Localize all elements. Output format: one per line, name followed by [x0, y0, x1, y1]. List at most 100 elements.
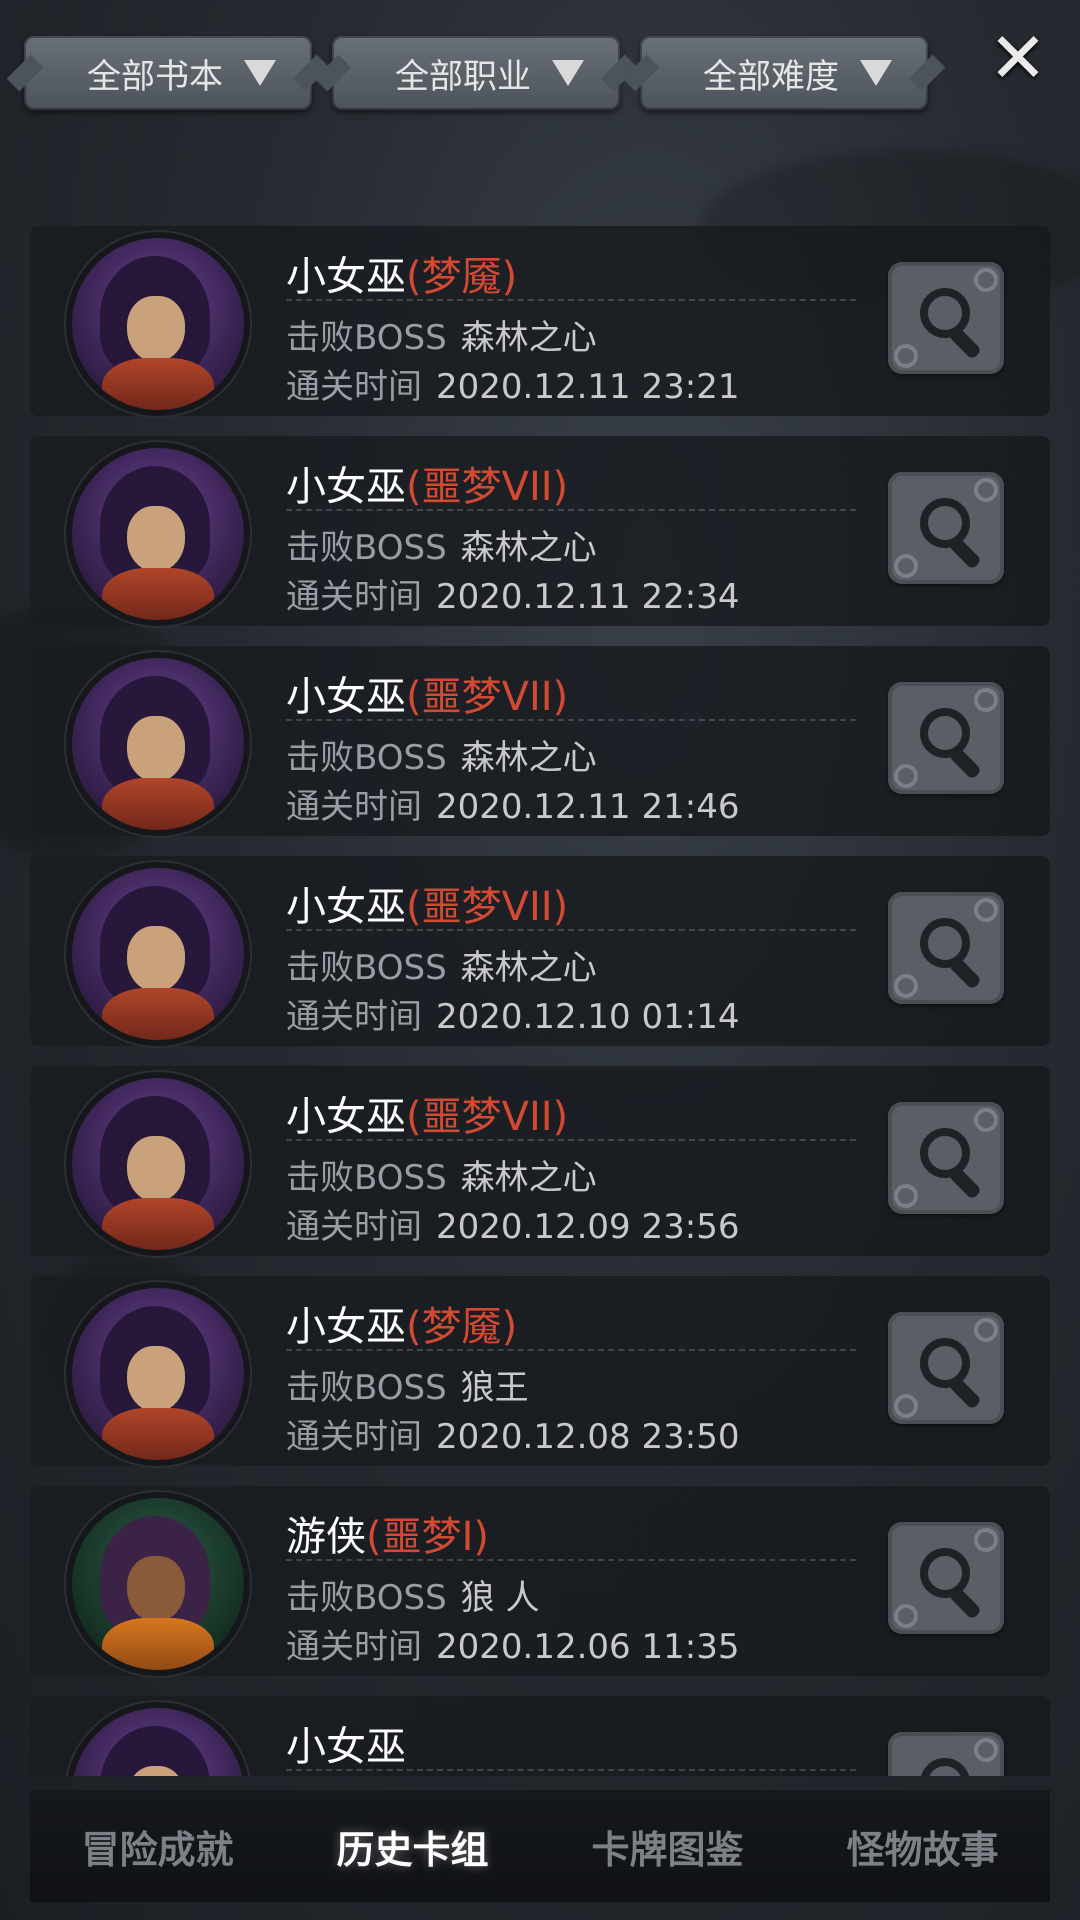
history-list[interactable]: 小女巫(梦魇) 击败BOSS 森林之心 通关时间 2020.12.11 23:21 … — [30, 226, 1050, 1776]
view-deck-button[interactable] — [888, 1102, 1004, 1214]
difficulty-label: (噩梦VII) — [406, 884, 569, 930]
boss-name: 森林之心 — [460, 318, 597, 358]
clear-time-line: 通关时间 2020.12.11 22:34 — [286, 569, 739, 618]
clear-time-label: 通关时间 — [286, 1417, 422, 1457]
boss-line: 击败BOSS 森林之心 — [286, 310, 597, 359]
clear-time-value: 2020.12.11 23:21 — [436, 367, 740, 407]
boss-line: 击败BOSS 狼 人 — [286, 1570, 539, 1619]
filter-difficulty-label: 全部难度 — [703, 56, 839, 97]
filter-book-label: 全部书本 — [87, 56, 223, 97]
filter-bar: 全部书本 全部职业 全部难度 — [24, 36, 1056, 114]
record-row[interactable]: 小女巫 — [30, 1696, 1050, 1776]
character-name: 小女巫 — [286, 884, 406, 930]
boss-line: 击败BOSS 森林之心 — [286, 730, 597, 779]
record-row[interactable]: 小女巫(噩梦VII) 击败BOSS 森林之心 通关时间 2020.12.09 23:… — [30, 1066, 1050, 1256]
magnifier-handle — [948, 1376, 982, 1410]
record-row[interactable]: 小女巫(梦魇) 击败BOSS 森林之心 通关时间 2020.12.11 23:21 — [30, 226, 1050, 416]
clear-time-label: 通关时间 — [286, 1627, 422, 1667]
clear-time-line: 通关时间 2020.12.11 21:46 — [286, 779, 739, 828]
record-row[interactable]: 小女巫(噩梦VII) 击败BOSS 森林之心 通关时间 2020.12.11 22:… — [30, 436, 1050, 626]
record-title: 小女巫(梦魇) — [286, 1294, 517, 1352]
view-deck-button[interactable] — [888, 472, 1004, 584]
clear-time-label: 通关时间 — [286, 1207, 422, 1247]
close-icon: ✕ — [988, 17, 1048, 99]
difficulty-label: (噩梦VII) — [406, 1094, 569, 1140]
difficulty-label: (噩梦I) — [366, 1514, 490, 1560]
record-row[interactable]: 小女巫(梦魇) 击败BOSS 狼王 通关时间 2020.12.08 23:50 — [30, 1276, 1050, 1466]
clear-time-value: 2020.12.08 23:50 — [436, 1417, 740, 1457]
boss-line: 击败BOSS 狼王 — [286, 1360, 529, 1409]
record-title: 小女巫(噩梦VII) — [286, 874, 568, 932]
record-title: 小女巫(噩梦VII) — [286, 454, 568, 512]
divider — [286, 1349, 856, 1351]
dropdown-arrow-icon — [552, 60, 584, 86]
dropdown-arrow-icon — [860, 60, 892, 86]
view-deck-button[interactable] — [888, 892, 1004, 1004]
boss-label: 击败BOSS — [286, 528, 447, 568]
clear-time-value: 2020.12.09 23:56 — [436, 1207, 740, 1247]
boss-label: 击败BOSS — [286, 1578, 447, 1618]
divider — [286, 299, 856, 301]
filter-class-label: 全部职业 — [395, 56, 531, 97]
clear-time-value: 2020.12.10 01:14 — [436, 997, 740, 1037]
boss-name: 森林之心 — [460, 738, 597, 778]
boss-name: 森林之心 — [460, 1158, 597, 1198]
magnifier-handle — [948, 746, 982, 780]
character-name: 游侠 — [286, 1514, 366, 1560]
magnifier-handle — [948, 326, 982, 360]
boss-label: 击败BOSS — [286, 1368, 447, 1408]
clear-time-line: 通关时间 2020.12.06 11:35 — [286, 1619, 739, 1668]
record-title: 小女巫(梦魇) — [286, 244, 517, 302]
tab-adventure-achievements[interactable]: 冒险成就 — [61, 1809, 253, 1884]
witch-avatar — [72, 1708, 244, 1776]
boss-name: 森林之心 — [460, 948, 597, 988]
record-title: 小女巫(噩梦VII) — [286, 1084, 568, 1142]
clear-time-value: 2020.12.11 22:34 — [436, 577, 740, 617]
boss-name: 狼王 — [460, 1368, 529, 1408]
view-deck-button[interactable] — [888, 682, 1004, 794]
clear-time-line: 通关时间 2020.12.10 01:14 — [286, 989, 739, 1038]
magnifier-handle — [948, 536, 982, 570]
view-deck-button[interactable] — [888, 1732, 1004, 1776]
record-title: 小女巫(噩梦VII) — [286, 664, 568, 722]
witch-avatar — [72, 868, 244, 1040]
filter-book-button[interactable]: 全部书本 — [24, 36, 312, 110]
witch-avatar — [72, 1288, 244, 1460]
magnifier-icon — [920, 1758, 970, 1776]
witch-avatar — [72, 238, 244, 410]
divider — [286, 719, 856, 721]
difficulty-label: (梦魇) — [406, 254, 518, 300]
clear-time-label: 通关时间 — [286, 997, 422, 1037]
difficulty-label: (梦魇) — [406, 1304, 518, 1350]
record-row[interactable]: 小女巫(噩梦VII) 击败BOSS 森林之心 通关时间 2020.12.10 01:… — [30, 856, 1050, 1046]
tab-monster-stories[interactable]: 怪物故事 — [826, 1809, 1018, 1884]
witch-avatar — [72, 448, 244, 620]
filter-difficulty-button[interactable]: 全部难度 — [640, 36, 928, 110]
tab-history-decks[interactable]: 历史卡组 — [316, 1809, 508, 1884]
divider — [286, 509, 856, 511]
boss-line: 击败BOSS 森林之心 — [286, 520, 597, 569]
witch-avatar — [72, 1078, 244, 1250]
magnifier-handle — [948, 1586, 982, 1620]
filter-class-button[interactable]: 全部职业 — [332, 36, 620, 110]
record-title: 小女巫 — [286, 1714, 406, 1772]
clear-time-label: 通关时间 — [286, 787, 422, 827]
tab-card-collection[interactable]: 卡牌图鉴 — [571, 1809, 763, 1884]
difficulty-label: (噩梦VII) — [406, 674, 569, 720]
record-row[interactable]: 游侠(噩梦I) 击败BOSS 狼 人 通关时间 2020.12.06 11:35 — [30, 1486, 1050, 1676]
divider — [286, 1139, 856, 1141]
dropdown-arrow-icon — [244, 60, 276, 86]
record-title: 游侠(噩梦I) — [286, 1504, 489, 1562]
divider — [286, 1769, 856, 1771]
character-name: 小女巫 — [286, 1724, 406, 1770]
clear-time-label: 通关时间 — [286, 367, 422, 407]
clear-time-label: 通关时间 — [286, 577, 422, 617]
character-name: 小女巫 — [286, 1304, 406, 1350]
close-button[interactable]: ✕ — [986, 17, 1050, 99]
view-deck-button[interactable] — [888, 1522, 1004, 1634]
record-row[interactable]: 小女巫(噩梦VII) 击败BOSS 森林之心 通关时间 2020.12.11 21:… — [30, 646, 1050, 836]
boss-line: 击败BOSS 森林之心 — [286, 1150, 597, 1199]
boss-label: 击败BOSS — [286, 318, 447, 358]
view-deck-button[interactable] — [888, 262, 1004, 374]
view-deck-button[interactable] — [888, 1312, 1004, 1424]
